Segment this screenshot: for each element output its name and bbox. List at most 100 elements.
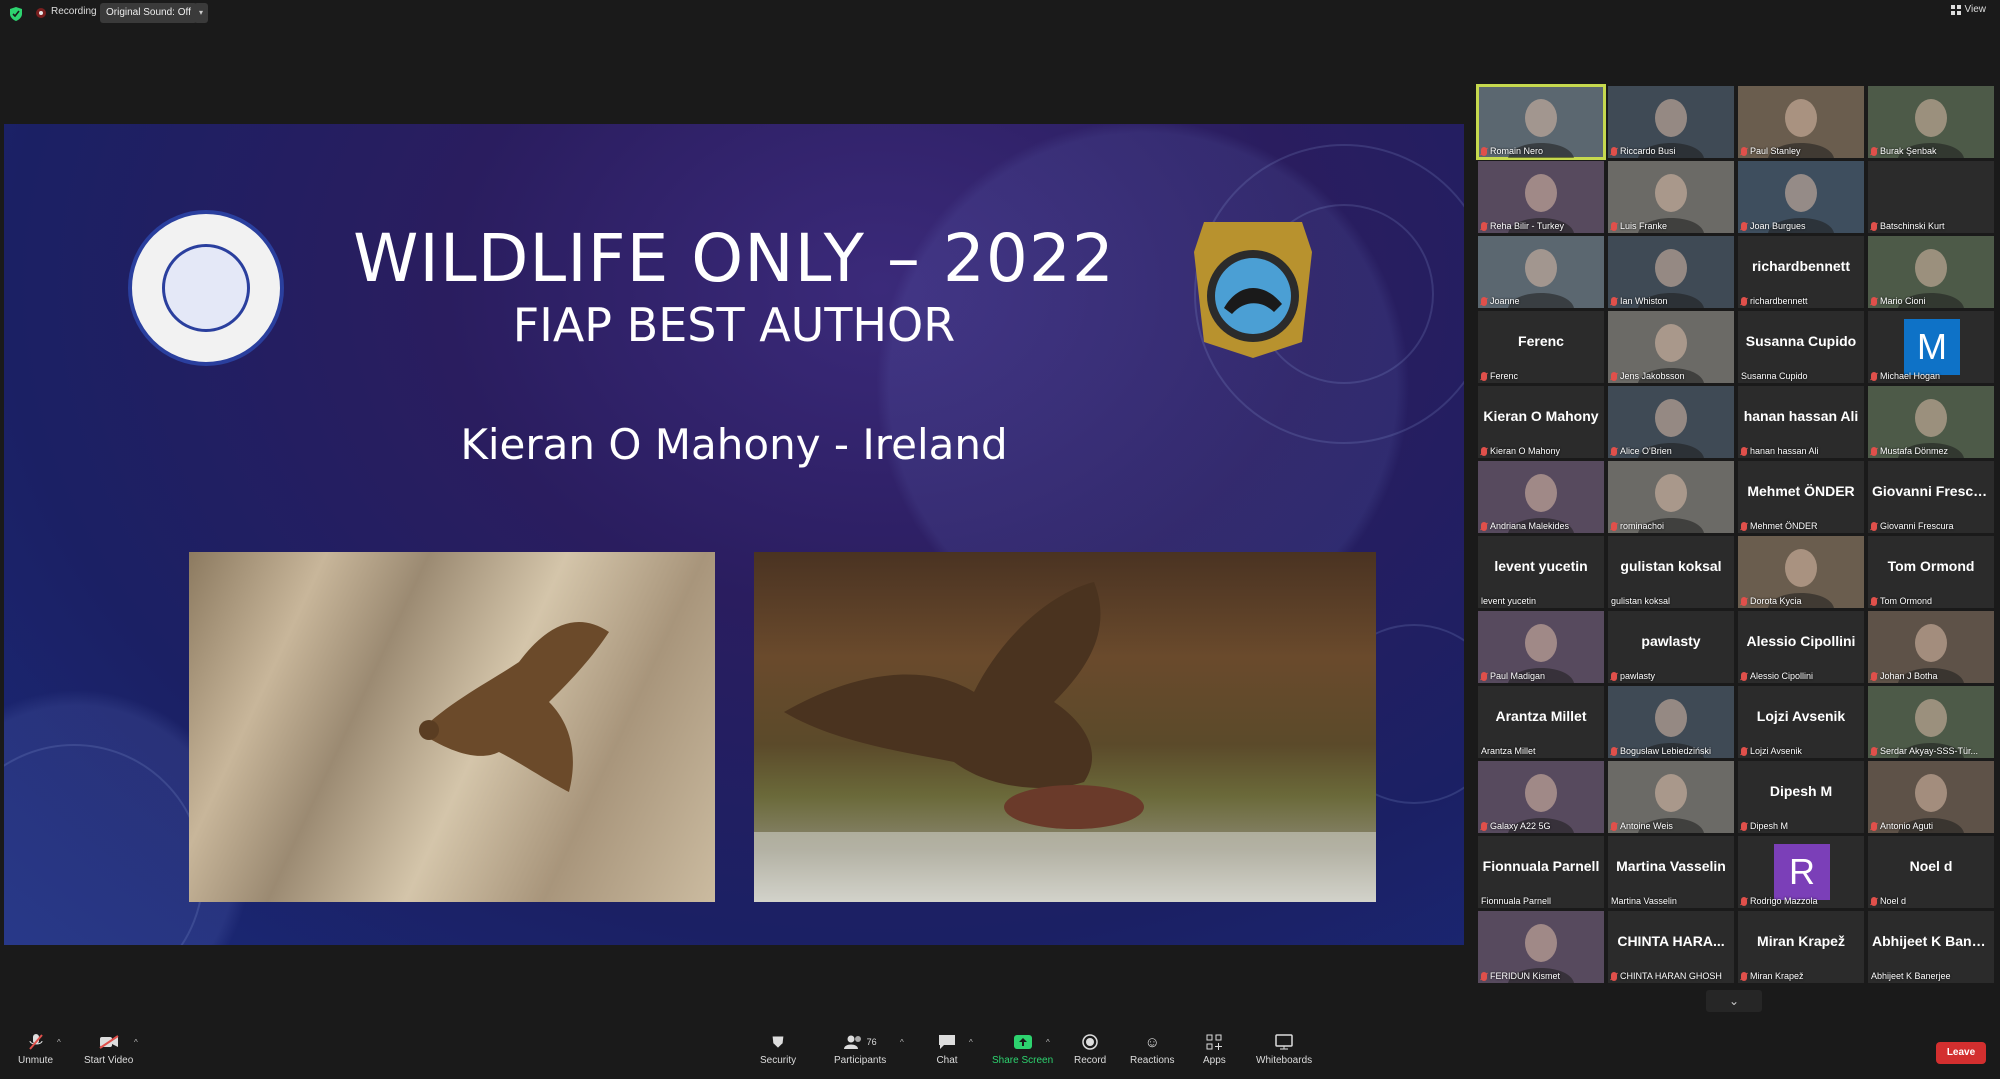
participant-name: Tom Ormond — [1880, 596, 1933, 606]
participant-caption: Ian Whiston — [1611, 296, 1668, 306]
muted-mic-icon — [1871, 896, 1877, 906]
shield-icon[interactable] — [10, 7, 22, 21]
participant-name: Dorota Kycia — [1750, 596, 1802, 606]
participant-tile[interactable]: levent yucetin levent yucetin — [1478, 536, 1604, 608]
participant-tile[interactable]: hanan hassan Ali hanan hassan Ali — [1738, 386, 1864, 458]
participant-tile[interactable]: Dipesh M Dipesh M — [1738, 761, 1864, 833]
participant-display-name: Dipesh M — [1769, 783, 1833, 799]
view-button[interactable]: View — [1950, 4, 1986, 15]
participant-tile[interactable]: Noel d Noel d — [1868, 836, 1994, 908]
chat-caret[interactable]: ^ — [969, 1038, 973, 1047]
start-video-label: Start Video — [84, 1055, 134, 1066]
share-screen-button[interactable]: Share Screen — [992, 1032, 1053, 1066]
security-label: Security — [760, 1055, 797, 1066]
participant-tile[interactable]: Tom Ormond Tom Ormond — [1868, 536, 1994, 608]
participants-caret[interactable]: ^ — [900, 1038, 904, 1047]
participant-tile[interactable]: Martina Vasselin Martina Vasselin — [1608, 836, 1734, 908]
participant-display-name: Martina Vasselin — [1616, 858, 1726, 874]
start-video-button[interactable]: Start Video — [84, 1032, 133, 1066]
record-button[interactable]: Record — [1074, 1032, 1106, 1066]
participant-tile[interactable]: Ian Whiston — [1608, 236, 1734, 308]
participant-tile[interactable]: Kieran O Mahony Kieran O Mahony — [1478, 386, 1604, 458]
participant-tile[interactable]: Burak Şenbak — [1868, 86, 1994, 158]
participant-display-name: pawlasty — [1641, 633, 1701, 649]
participant-tile[interactable]: Antoine Weis — [1608, 761, 1734, 833]
participant-display-name: Kieran O Mahony — [1483, 408, 1599, 424]
participant-tile[interactable]: Serdar Akyay-SSS-Tür... — [1868, 686, 1994, 758]
participant-tile[interactable]: Mehmet ÖNDER Mehmet ÖNDER — [1738, 461, 1864, 533]
muted-mic-icon — [1741, 146, 1747, 156]
participant-tile[interactable]: Susanna Cupido Susanna Cupido — [1738, 311, 1864, 383]
participant-tile[interactable]: Abhijeet K Bane... Abhijeet K Banerjee — [1868, 911, 1994, 983]
participant-tile[interactable]: Giovanni Frescura Giovanni Frescura — [1868, 461, 1994, 533]
participant-tile[interactable]: Dorota Kycia — [1738, 536, 1864, 608]
participant-tile[interactable]: Fionnuala Parnell Fionnuala Parnell — [1478, 836, 1604, 908]
participant-tile[interactable]: gulistan koksal gulistan koksal — [1608, 536, 1734, 608]
participant-tile[interactable]: Joanne — [1478, 236, 1604, 308]
participant-tile[interactable]: Alessio Cipollini Alessio Cipollini — [1738, 611, 1864, 683]
participant-caption: Dorota Kycia — [1741, 596, 1802, 606]
participant-display-name: Miran Krapež — [1757, 933, 1845, 949]
video-options-caret[interactable]: ^ — [134, 1038, 138, 1047]
participant-tile[interactable]: Batschinski Kurt — [1868, 161, 1994, 233]
participants-button[interactable]: 76 Participants — [834, 1032, 886, 1066]
security-button[interactable]: ⛊ Security — [760, 1032, 797, 1067]
participant-tile[interactable]: Alice O'Brien — [1608, 386, 1734, 458]
muted-mic-icon — [1871, 371, 1877, 381]
participant-tile[interactable]: Johan J Botha — [1868, 611, 1994, 683]
participant-caption: rominachoi — [1611, 521, 1664, 531]
participant-tile[interactable]: Romain Nero — [1476, 84, 1606, 160]
participant-tile[interactable]: richardbennett richardbennett — [1738, 236, 1864, 308]
participant-tile[interactable]: Andriana Malekides — [1478, 461, 1604, 533]
muted-mic-icon — [1741, 821, 1747, 831]
leave-button[interactable]: Leave — [1936, 1042, 1986, 1064]
participant-tile[interactable]: FERIDUN Kismet — [1478, 911, 1604, 983]
muted-mic-icon — [1611, 671, 1617, 681]
participant-caption: Jens Jakobsson — [1611, 371, 1685, 381]
whiteboards-button[interactable]: Whiteboards — [1256, 1032, 1312, 1066]
share-screen-caret[interactable]: ^ — [1046, 1038, 1050, 1047]
participant-name: Miran Krapež — [1750, 971, 1804, 981]
gallery-scroll-down-button[interactable]: ⌄ — [1706, 990, 1762, 1012]
participant-tile[interactable]: Miran Krapež Miran Krapež — [1738, 911, 1864, 983]
participant-tile[interactable]: Riccardo Busi — [1608, 86, 1734, 158]
participant-tile[interactable]: CHINTA HARA... CHINTA HARAN GHOSH — [1608, 911, 1734, 983]
participant-tile[interactable]: Joan Burgues — [1738, 161, 1864, 233]
participant-tile[interactable]: Lojzi Avsenik Lojzi Avsenik — [1738, 686, 1864, 758]
participant-caption: Paul Stanley — [1741, 146, 1801, 156]
participant-tile[interactable]: pawlasty pawlasty — [1608, 611, 1734, 683]
participant-tile[interactable]: M Michael Hogan — [1868, 311, 1994, 383]
participant-tile[interactable]: Bogusław Lebiedziński — [1608, 686, 1734, 758]
participant-tile[interactable]: Luis Franke — [1608, 161, 1734, 233]
participant-caption: Luis Franke — [1611, 221, 1667, 231]
participant-tile[interactable]: rominachoi — [1608, 461, 1734, 533]
share-screen-label: Share Screen — [992, 1055, 1054, 1066]
audio-options-caret[interactable]: ^ — [57, 1038, 61, 1047]
participant-caption: Reha Bilir - Turkey — [1481, 221, 1564, 231]
participant-tile[interactable]: Mario Cioni — [1868, 236, 1994, 308]
participant-tile[interactable]: Antonio Aguti — [1868, 761, 1994, 833]
participant-name: Reha Bilir - Turkey — [1490, 221, 1565, 231]
original-sound-button[interactable]: Original Sound: Off — [100, 3, 197, 23]
chat-button[interactable]: Chat — [936, 1032, 958, 1066]
muted-mic-icon — [1871, 221, 1877, 231]
muted-mic-icon — [1741, 221, 1747, 231]
participant-tile[interactable]: Jens Jakobsson — [1608, 311, 1734, 383]
participant-tile[interactable]: Ferenc Ferenc — [1478, 311, 1604, 383]
participant-tile[interactable]: R Rodrigo Mazzola — [1738, 836, 1864, 908]
participant-caption: Miran Krapež — [1741, 971, 1804, 981]
unmute-button[interactable]: Unmute — [18, 1032, 53, 1066]
participant-name: Paul Madigan — [1490, 671, 1546, 681]
participant-name: FERIDUN Kismet — [1490, 971, 1561, 981]
participant-tile[interactable]: Mustafa Dönmez — [1868, 386, 1994, 458]
photo-eagle-with-prey — [754, 552, 1376, 902]
participant-tile[interactable]: Arantza Millet Arantza Millet — [1478, 686, 1604, 758]
apps-button[interactable]: Apps — [1203, 1032, 1226, 1066]
participant-tile[interactable]: Paul Madigan — [1478, 611, 1604, 683]
participant-tile[interactable]: Paul Stanley — [1738, 86, 1864, 158]
reactions-button[interactable]: ☺ Reactions — [1130, 1032, 1174, 1067]
participant-caption: levent yucetin — [1481, 596, 1536, 606]
original-sound-dropdown[interactable]: ▾ — [194, 3, 208, 23]
participant-tile[interactable]: Reha Bilir - Turkey — [1478, 161, 1604, 233]
participant-tile[interactable]: Galaxy A22 5G — [1478, 761, 1604, 833]
